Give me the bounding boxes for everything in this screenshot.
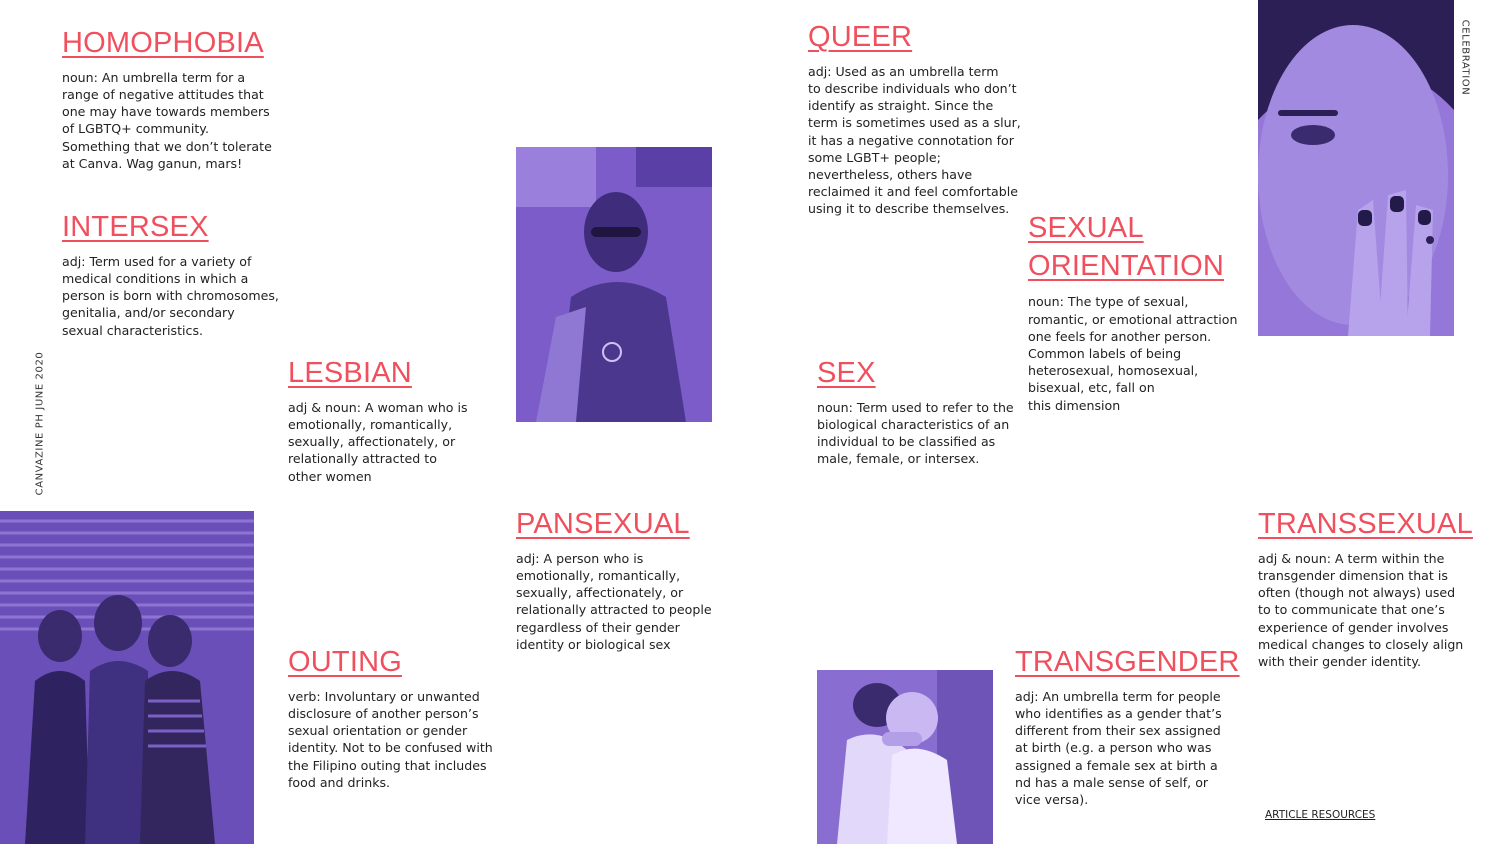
term-title: PANSEXUAL [516, 508, 690, 540]
term-title: HOMOPHOBIA [62, 27, 264, 59]
term-title: SEX [817, 357, 876, 389]
term-definition: adj: A person who is emotionally, romant… [516, 550, 712, 652]
term-definition: adj & noun: A term within the transgende… [1258, 550, 1464, 670]
term-title: OUTING [288, 646, 402, 678]
term-title: TRANSSEXUAL [1258, 508, 1473, 540]
term-lesbian: LESBIAN adj & noun: A woman who is emoti… [288, 356, 498, 485]
term-sex: SEX noun: Term used to refer to the biol… [817, 356, 1022, 468]
section-label: CELEBRATION [1459, 19, 1471, 96]
photo-person-closeup [1258, 0, 1454, 336]
term-pansexual: PANSEXUAL adj: A person who is emotional… [516, 507, 746, 653]
term-title: SEXUAL ORIENTATION [1028, 212, 1225, 282]
issue-label: CANVAZINE PH JUNE 2020 [34, 351, 46, 496]
term-definition: adj: An umbrella term for people who ide… [1015, 688, 1222, 808]
term-outing: OUTING verb: Involuntary or unwanted dis… [288, 645, 503, 791]
term-definition: noun: Term used to refer to the biologic… [817, 399, 1014, 467]
term-transsexual: TRANSSEXUAL adj & noun: A term within th… [1258, 507, 1478, 670]
article-resources-link[interactable]: ARTICLE RESOURCES [1265, 809, 1375, 821]
term-definition: adj & noun: A woman who is emotionally, … [288, 399, 468, 484]
term-title: TRANSGENDER [1015, 646, 1240, 678]
term-title: LESBIAN [288, 357, 412, 389]
term-homophobia: HOMOPHOBIA noun: An umbrella term for a … [62, 26, 312, 172]
term-title: QUEER [808, 21, 913, 53]
term-title: INTERSEX [62, 211, 209, 243]
term-definition: noun: An umbrella term for a range of ne… [62, 69, 272, 171]
term-transgender: TRANSGENDER adj: An umbrella term for pe… [1015, 645, 1245, 808]
term-definition: noun: The type of sexual, romantic, or e… [1028, 294, 1238, 413]
photo-couple-embrace [817, 670, 993, 844]
photo-person-sunglasses [516, 147, 712, 422]
term-definition: verb: Involuntary or unwanted disclosure… [288, 688, 493, 790]
term-definition: adj: Used as an umbrella term to describ… [808, 63, 1021, 217]
photo-group-three-people [0, 511, 254, 844]
term-intersex: INTERSEX adj: Term used for a variety of… [62, 210, 292, 339]
term-definition: adj: Term used for a variety of medical … [62, 253, 279, 338]
term-queer: QUEER adj: Used as an umbrella term to d… [808, 20, 1023, 218]
term-sexual-orientation: SEXUAL ORIENTATION noun: The type of sex… [1028, 210, 1238, 414]
